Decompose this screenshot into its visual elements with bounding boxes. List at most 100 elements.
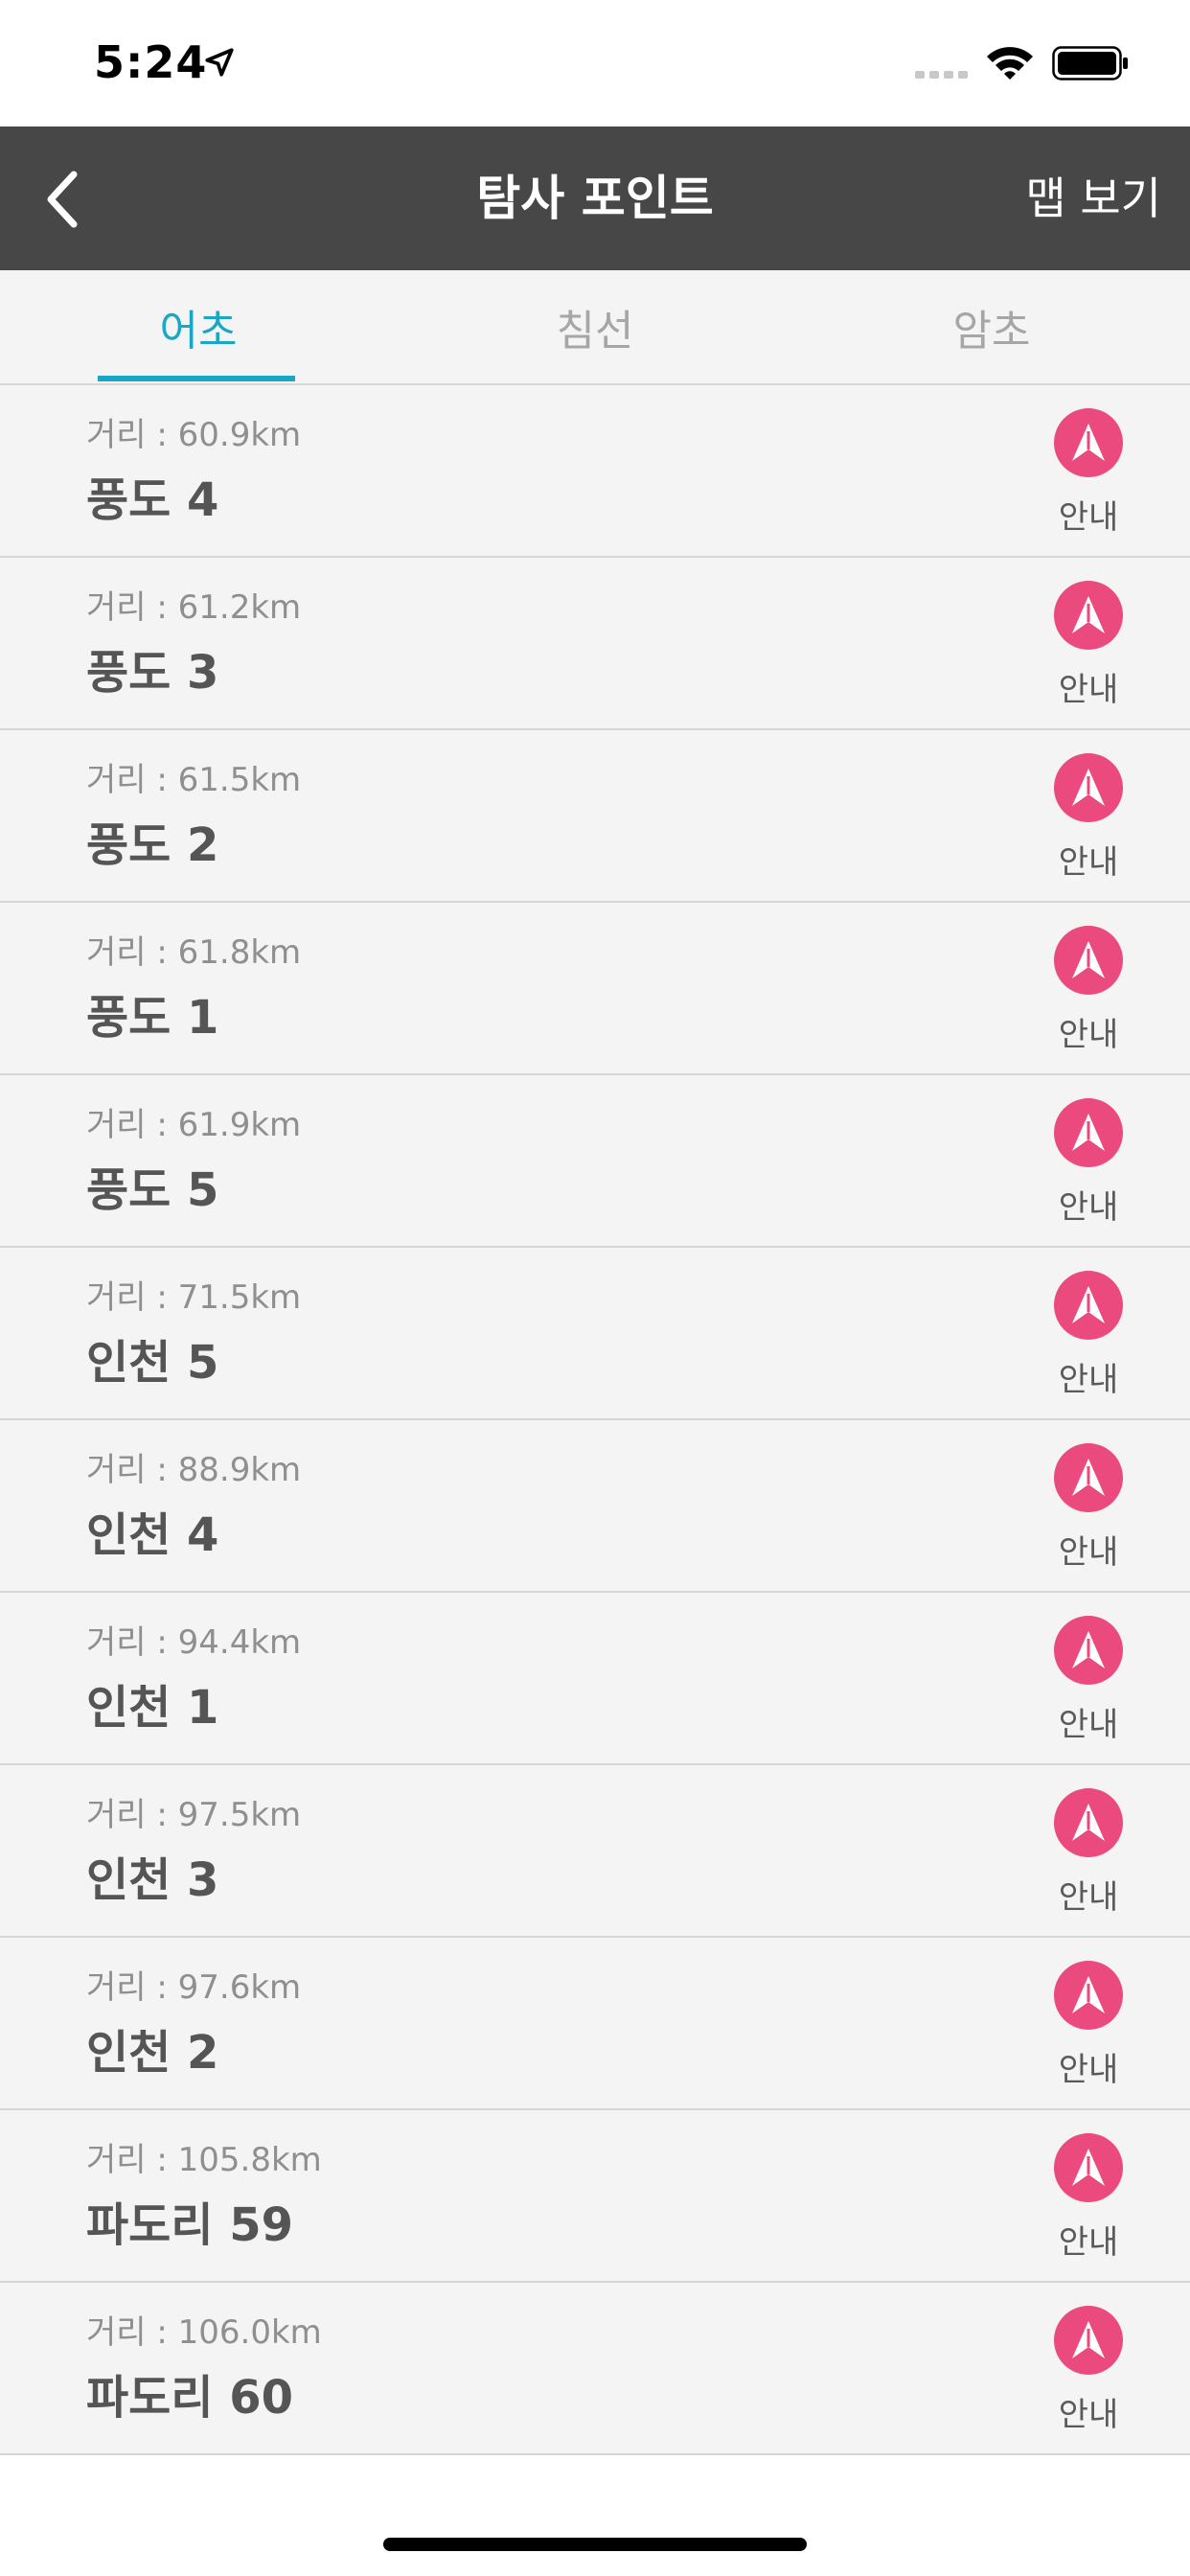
navigation-arrow-icon: [1072, 424, 1105, 461]
guide-label: 안내: [1058, 671, 1119, 709]
guide-button[interactable]: 안내: [1050, 1098, 1127, 1232]
guide-label: 안내: [1058, 498, 1119, 537]
location-arrow-icon: [205, 48, 234, 77]
navigation-arrow-icon: [1072, 1631, 1105, 1668]
status-bar: 5:24: [0, 0, 1190, 126]
list-item[interactable]: 거리 : 106.0km 파도리 60 안내: [0, 2283, 1190, 2455]
guide-button[interactable]: 안내: [1050, 2306, 1127, 2440]
guide-circle: [1054, 2306, 1123, 2375]
list-item[interactable]: 거리 : 105.8km 파도리 59 안내: [0, 2110, 1190, 2283]
nav-bar: 탐사 포인트 맵 보기: [0, 126, 1190, 270]
tab-bar: 어초 침선 암초: [0, 270, 1190, 385]
wifi-icon: [987, 47, 1033, 80]
distance-label: 거리 : 97.5km: [86, 1796, 302, 1834]
point-name: 풍도 5: [86, 1163, 219, 1217]
list-item[interactable]: 거리 : 71.5km 인천 5 안내: [0, 1248, 1190, 1420]
chevron-left-icon: [47, 171, 78, 228]
navigation-arrow-icon: [1072, 2149, 1105, 2186]
guide-circle: [1054, 581, 1123, 650]
list-item[interactable]: 거리 : 94.4km 인천 1 안내: [0, 1593, 1190, 1765]
navigation-arrow-icon: [1072, 2321, 1105, 2358]
tab-rock-reef[interactable]: 암초: [793, 270, 1190, 383]
guide-circle: [1054, 1788, 1123, 1857]
status-time: 5:24: [94, 36, 208, 88]
guide-circle: [1054, 1443, 1123, 1512]
point-name: 풍도 1: [86, 991, 219, 1045]
guide-label: 안내: [1058, 1878, 1119, 1917]
guide-button[interactable]: 안내: [1050, 753, 1127, 887]
guide-circle: [1054, 1271, 1123, 1340]
point-name: 인천 3: [86, 1853, 219, 1907]
guide-label: 안내: [1058, 1361, 1119, 1399]
home-indicator: [383, 2538, 807, 2551]
guide-label: 안내: [1058, 843, 1119, 882]
point-name: 파도리 59: [86, 2198, 293, 2252]
navigation-arrow-icon: [1072, 769, 1105, 806]
guide-label: 안내: [1058, 1016, 1119, 1054]
guide-button[interactable]: 안내: [1050, 408, 1127, 542]
navigation-arrow-icon: [1072, 1459, 1105, 1496]
list-item[interactable]: 거리 : 88.9km 인천 4 안내: [0, 1420, 1190, 1593]
guide-circle: [1054, 1961, 1123, 2030]
guide-button[interactable]: 안내: [1050, 1788, 1127, 1922]
guide-button[interactable]: 안내: [1050, 1616, 1127, 1750]
map-view-button[interactable]: 맵 보기: [1025, 126, 1161, 270]
battery-icon: [1052, 46, 1128, 80]
guide-button[interactable]: 안내: [1050, 2133, 1127, 2267]
point-name: 풍도 2: [86, 818, 219, 872]
distance-label: 거리 : 60.9km: [86, 416, 302, 454]
guide-button[interactable]: 안내: [1050, 1961, 1127, 2095]
guide-circle: [1054, 1616, 1123, 1685]
list-item[interactable]: 거리 : 60.9km 풍도 4 안내: [0, 385, 1190, 558]
list-item[interactable]: 거리 : 61.9km 풍도 5 안내: [0, 1075, 1190, 1248]
navigation-arrow-icon: [1072, 596, 1105, 633]
list-item[interactable]: 거리 : 97.6km 인천 2 안내: [0, 1938, 1190, 2110]
page-title: 탐사 포인트: [476, 171, 714, 226]
guide-circle: [1054, 926, 1123, 995]
distance-label: 거리 : 94.4km: [86, 1623, 302, 1662]
guide-circle: [1054, 753, 1123, 822]
point-list: 거리 : 60.9km 풍도 4 안내 거리 : 61.2km 풍도 3 안내 …: [0, 385, 1190, 2455]
guide-button[interactable]: 안내: [1050, 1443, 1127, 1577]
distance-label: 거리 : 61.2km: [86, 588, 302, 627]
distance-label: 거리 : 71.5km: [86, 1278, 302, 1317]
list-item[interactable]: 거리 : 61.2km 풍도 3 안내: [0, 558, 1190, 730]
tab-shipwreck[interactable]: 침선: [397, 270, 793, 383]
point-name: 인천 5: [86, 1336, 219, 1390]
point-name: 풍도 3: [86, 646, 219, 700]
list-item[interactable]: 거리 : 61.5km 풍도 2 안내: [0, 730, 1190, 903]
point-name: 파도리 60: [86, 2371, 293, 2425]
distance-label: 거리 : 61.5km: [86, 761, 302, 799]
list-item[interactable]: 거리 : 97.5km 인천 3 안내: [0, 1765, 1190, 1938]
point-name: 풍도 4: [86, 473, 219, 527]
distance-label: 거리 : 97.6km: [86, 1968, 302, 2007]
navigation-arrow-icon: [1072, 1976, 1105, 2013]
distance-label: 거리 : 106.0km: [86, 2313, 322, 2352]
navigation-arrow-icon: [1072, 1114, 1105, 1151]
guide-button[interactable]: 안내: [1050, 581, 1127, 715]
distance-label: 거리 : 61.9km: [86, 1106, 302, 1144]
guide-label: 안내: [1058, 2223, 1119, 2262]
guide-circle: [1054, 2133, 1123, 2202]
guide-button[interactable]: 안내: [1050, 926, 1127, 1060]
signal-icon: [915, 71, 968, 79]
guide-label: 안내: [1058, 1533, 1119, 1572]
tab-indicator: [98, 376, 295, 381]
point-name: 인천 2: [86, 2026, 219, 2080]
guide-circle: [1054, 1098, 1123, 1167]
tab-reef[interactable]: 어초: [0, 270, 397, 383]
point-name: 인천 4: [86, 1508, 219, 1562]
guide-circle: [1054, 408, 1123, 477]
navigation-arrow-icon: [1072, 1286, 1105, 1323]
guide-button[interactable]: 안내: [1050, 1271, 1127, 1405]
navigation-arrow-icon: [1072, 1804, 1105, 1841]
distance-label: 거리 : 61.8km: [86, 933, 302, 972]
guide-label: 안내: [1058, 2396, 1119, 2434]
navigation-arrow-icon: [1072, 941, 1105, 978]
back-button[interactable]: [29, 163, 96, 236]
distance-label: 거리 : 88.9km: [86, 1451, 302, 1489]
list-item[interactable]: 거리 : 61.8km 풍도 1 안내: [0, 903, 1190, 1075]
guide-label: 안내: [1058, 1188, 1119, 1227]
distance-label: 거리 : 105.8km: [86, 2141, 322, 2179]
guide-label: 안내: [1058, 2051, 1119, 2089]
